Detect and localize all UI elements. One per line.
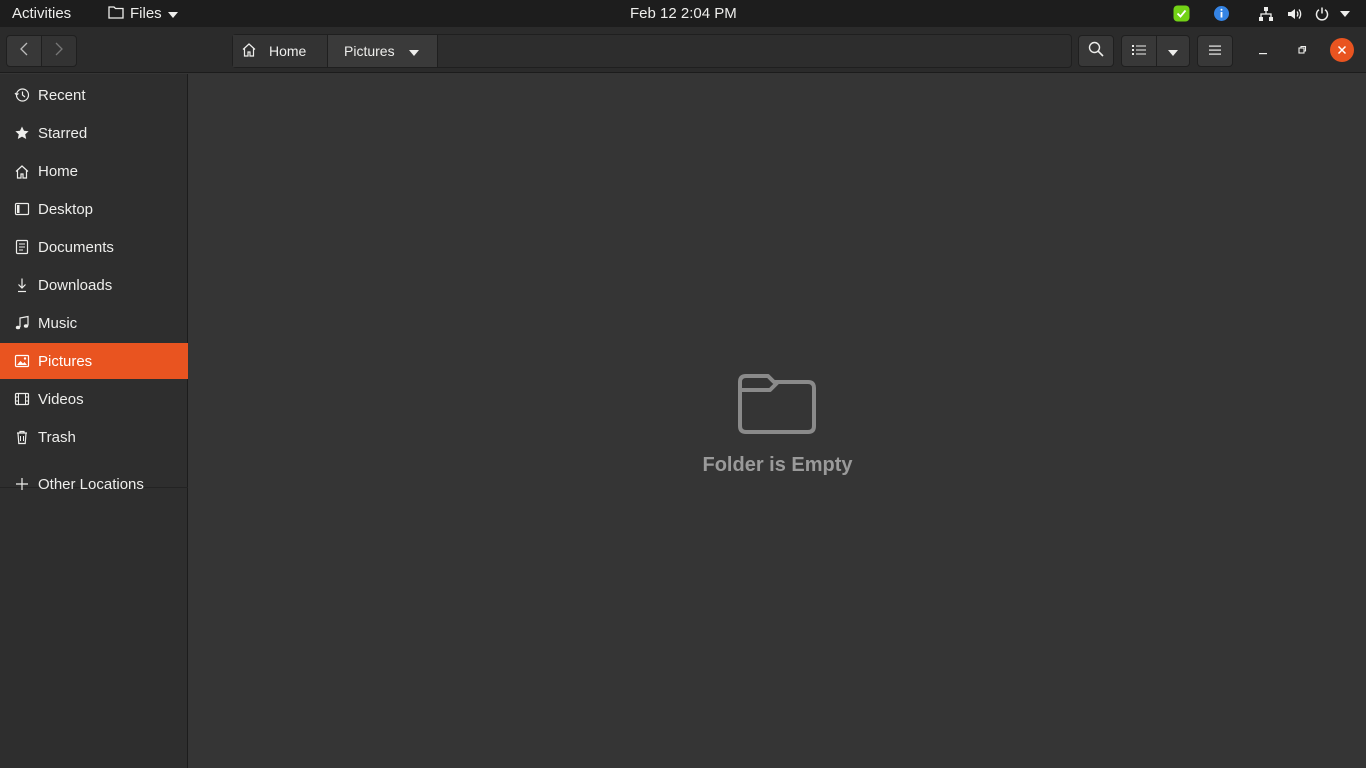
sidebar-item-starred[interactable]: Starred	[0, 115, 188, 151]
plus-icon	[14, 476, 30, 492]
sidebar-item-documents[interactable]: Documents	[0, 229, 188, 265]
sidebar-item-label: Downloads	[38, 276, 113, 294]
download-icon	[14, 277, 30, 293]
minimize-button[interactable]	[1250, 37, 1276, 63]
sidebar-item-label: Other Locations	[38, 475, 144, 493]
caret-down-icon	[408, 43, 419, 59]
sidebar-item-home[interactable]: Home	[0, 153, 188, 189]
close-icon	[1337, 42, 1347, 59]
main-menu-button[interactable]	[1197, 35, 1233, 67]
sidebar-item-label: Starred	[38, 124, 88, 142]
sidebar-item-label: Home	[38, 162, 79, 180]
caret-down-icon	[1168, 43, 1178, 60]
trash-icon	[14, 429, 30, 445]
caret-down-icon	[167, 5, 178, 22]
network-icon[interactable]	[1258, 0, 1274, 27]
list-view-icon	[1132, 43, 1146, 60]
header-bar: Home Pictures	[0, 27, 1366, 73]
power-icon[interactable]	[1314, 0, 1330, 27]
sidebar-item-videos[interactable]: Videos	[0, 381, 188, 417]
home-icon	[241, 42, 257, 60]
file-view[interactable]: Folder is Empty	[189, 74, 1366, 768]
empty-folder-icon	[736, 368, 818, 440]
video-icon	[14, 391, 30, 407]
places-sidebar: Recent Starred Home Desktop Documents Do…	[0, 74, 188, 768]
hamburger-icon	[1208, 43, 1222, 60]
sidebar-item-pictures[interactable]: Pictures	[0, 343, 188, 379]
app-menu-label: Files	[130, 5, 162, 22]
sidebar-item-desktop[interactable]: Desktop	[0, 191, 188, 227]
document-icon	[14, 239, 30, 255]
path-pictures-label: Pictures	[344, 43, 395, 59]
clock-icon	[14, 87, 30, 103]
sidebar-item-label: Music	[38, 314, 78, 332]
app-menu[interactable]: Files	[108, 0, 178, 27]
files-window: Home Pictures Recent Starred Home Deskto…	[0, 27, 1366, 768]
minimize-icon	[1258, 42, 1268, 59]
list-view-button[interactable]	[1121, 35, 1157, 67]
sidebar-item-label: Pictures	[38, 352, 93, 370]
search-button[interactable]	[1078, 35, 1114, 67]
music-icon	[14, 315, 30, 331]
path-home-button[interactable]: Home	[233, 35, 328, 67]
chevron-left-icon	[20, 42, 28, 60]
info-icon[interactable]	[1213, 0, 1230, 27]
star-icon	[14, 125, 30, 141]
forward-button[interactable]	[41, 35, 77, 67]
sidebar-item-label: Recent	[38, 86, 86, 104]
sidebar-item-label: Trash	[38, 428, 76, 446]
home-icon	[14, 163, 30, 179]
empty-state-message: Folder is Empty	[702, 454, 853, 476]
volume-icon[interactable]	[1286, 0, 1302, 27]
sidebar-item-other-locations[interactable]: Other Locations	[0, 466, 188, 502]
path-bar: Home Pictures	[232, 34, 1072, 68]
path-pictures-button[interactable]: Pictures	[328, 35, 438, 67]
sidebar-item-trash[interactable]: Trash	[0, 419, 188, 455]
sidebar-item-downloads[interactable]: Downloads	[0, 267, 188, 303]
sidebar-item-label: Desktop	[38, 200, 94, 218]
shield-icon[interactable]	[1173, 0, 1190, 27]
search-icon	[1088, 41, 1104, 61]
clock[interactable]: Feb 12 2:04 PM	[630, 0, 737, 27]
activities-button[interactable]: Activities	[12, 0, 71, 27]
desktop-icon	[14, 201, 30, 217]
path-home-label: Home	[269, 43, 307, 59]
close-button[interactable]	[1330, 38, 1354, 62]
folder-icon	[108, 5, 124, 23]
back-button[interactable]	[6, 35, 42, 67]
chevron-right-icon	[55, 42, 63, 60]
top-bar: Activities Files Feb 12 2:04 PM	[0, 0, 1366, 27]
restore-icon	[1297, 42, 1307, 59]
maximize-button[interactable]	[1289, 37, 1315, 63]
view-options-button[interactable]	[1156, 35, 1190, 67]
sidebar-item-label: Documents	[38, 238, 114, 256]
picture-icon	[14, 353, 30, 369]
sidebar-item-music[interactable]: Music	[0, 305, 188, 341]
sidebar-item-recent[interactable]: Recent	[0, 77, 188, 113]
sidebar-item-label: Videos	[38, 390, 84, 408]
system-menu-caret-icon[interactable]	[1340, 0, 1350, 27]
